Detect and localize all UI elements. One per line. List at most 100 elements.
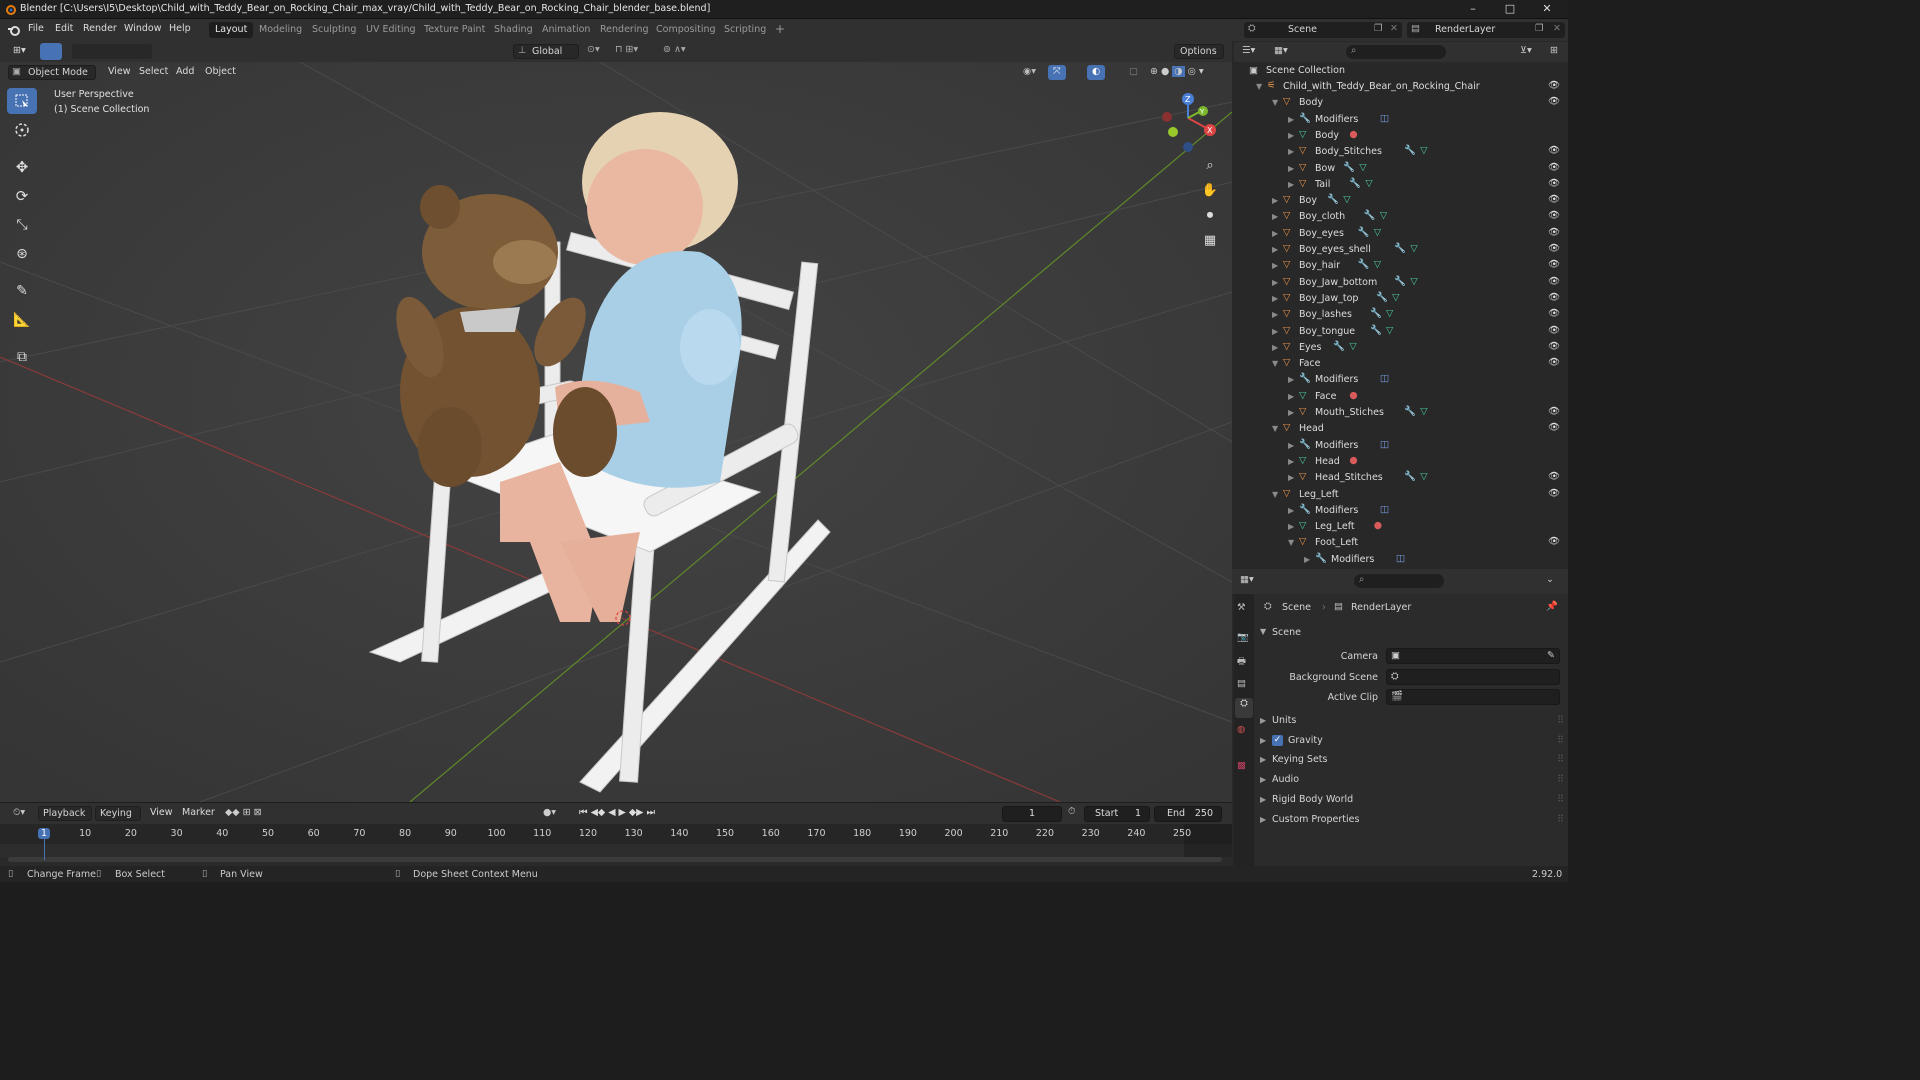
drag-handle-icon[interactable]: ⠿ <box>1557 754 1564 765</box>
properties-editor-type-icon[interactable]: ▦▾ <box>1240 574 1254 585</box>
current-frame-field[interactable]: 1 <box>1002 806 1062 822</box>
pivot-dropdown[interactable]: ⊙▾ <box>582 43 605 58</box>
minimize-button[interactable]: – <box>1456 0 1490 19</box>
outliner-row[interactable]: ▼ ⚟ Child_with_Teddy_Bear_on_Rocking_Chair… <box>1234 79 1568 95</box>
outliner-row[interactable]: ▶ ▽ Mouth_Stiches 🔧 ▽ 👁 <box>1234 405 1568 421</box>
expand-arrow-icon[interactable]: ▶ <box>1288 522 1294 531</box>
outliner-row[interactable]: ▶ ▽ Face ● <box>1234 389 1568 405</box>
gravity-checkbox[interactable]: ✓ <box>1272 734 1283 746</box>
start-frame-field[interactable]: Start 1 <box>1084 806 1150 822</box>
properties-options-icon[interactable]: ⌄ <box>1546 574 1554 585</box>
editor-type-button[interactable]: ⊞▾ <box>8 44 31 59</box>
outliner-search-input[interactable]: ⌕ <box>1346 45 1446 59</box>
maximize-button[interactable]: □ <box>1493 0 1527 19</box>
expand-arrow-icon[interactable]: ▶ <box>1272 212 1278 221</box>
viewport-menu-select[interactable]: Select <box>134 65 173 80</box>
expand-arrow-icon[interactable]: ▶ <box>1288 457 1294 466</box>
outliner-row[interactable]: ▶ ▽ Boy_eyes 🔧 ▽ 👁 <box>1234 226 1568 242</box>
tab-scripting[interactable]: Scripting <box>718 22 772 38</box>
outliner-row[interactable]: ▶ ▽ Boy_tongue 🔧 ▽ 👁 <box>1234 324 1568 340</box>
render-layer-selector[interactable]: ▤ RenderLayer ❐ ✕ <box>1407 22 1565 38</box>
menu-render[interactable]: Render <box>83 23 117 34</box>
transform-tool[interactable]: ⊛ <box>7 241 37 267</box>
shading-modes[interactable]: ⊕ ● ◑ ◎ ▾ <box>1145 65 1209 80</box>
outliner-row[interactable]: ▶ 🔧 Modifiers ◫ <box>1234 503 1568 519</box>
outliner-root-row[interactable]: ▣ Scene Collection <box>1234 63 1568 79</box>
outliner-row[interactable]: ▶ ▽ Boy_lashes 🔧 ▽ 👁 <box>1234 307 1568 323</box>
output-tab-icon[interactable]: 🖶 <box>1237 654 1246 670</box>
expand-arrow-icon[interactable]: ▶ <box>1304 555 1310 564</box>
expand-arrow-icon[interactable]: ▶ <box>1288 147 1294 156</box>
expand-arrow-icon[interactable]: ▶ <box>1288 408 1294 417</box>
blender-menu-icon[interactable] <box>7 23 21 37</box>
tab-uv-editing[interactable]: UV Editing <box>360 22 422 38</box>
scene-tab-icon[interactable]: ⛭ <box>1235 698 1253 718</box>
collapse-arrow-icon[interactable]: ▼ <box>1288 538 1294 547</box>
playback-controls[interactable]: ⏮ ◀◆ ◀ ▶ ◆▶ ⏭ <box>574 806 660 821</box>
xray-toggle[interactable]: ▢ <box>1124 65 1143 80</box>
visibility-eye-icon[interactable]: 👁 <box>1548 80 1560 91</box>
outliner-row[interactable]: ▶ ▽ Boy 🔧 ▽ 👁 <box>1234 193 1568 209</box>
collapse-arrow-icon[interactable]: ▼ <box>1272 359 1278 368</box>
timeline-track-area[interactable] <box>0 844 1232 857</box>
visibility-eye-icon[interactable]: 👁 <box>1548 276 1560 287</box>
expand-arrow-icon[interactable]: ▶ <box>1272 245 1278 254</box>
new-scene-icon[interactable]: ❐ <box>1374 23 1383 34</box>
outliner-row[interactable]: ▶ ▽ Head_Stitches 🔧 ▽ 👁 <box>1234 470 1568 486</box>
display-mode-icon[interactable]: ▦▾ <box>1274 45 1288 56</box>
tab-modeling[interactable]: Modeling <box>253 22 308 38</box>
subpanel-header[interactable]: ▶ Units ⠿ <box>1254 712 1568 730</box>
snap-toggle[interactable]: ⊓ ⊞▾ <box>610 43 643 58</box>
outliner-row[interactable]: ▶ ▽ Body_Stitches 🔧 ▽ 👁 <box>1234 144 1568 160</box>
select-box-tool[interactable] <box>7 88 37 114</box>
rotate-tool[interactable]: ⟳ <box>7 183 37 209</box>
visibility-eye-icon[interactable]: 👁 <box>1548 341 1560 352</box>
drag-handle-icon[interactable]: ⠿ <box>1557 774 1564 785</box>
expand-arrow-icon[interactable]: ▶ <box>1288 506 1294 515</box>
annotate-tool[interactable]: ✎ <box>7 278 37 304</box>
drag-handle-icon[interactable]: ⠿ <box>1557 715 1564 726</box>
visibility-eye-icon[interactable]: 👁 <box>1548 145 1560 156</box>
subpanel-header[interactable]: ▶ Custom Properties ⠿ <box>1254 811 1568 829</box>
visibility-eye-icon[interactable]: 👁 <box>1548 471 1560 482</box>
outliner-row[interactable]: ▼ ▽ Foot_Left 👁 <box>1234 535 1568 551</box>
outliner-row[interactable]: ▶ ▽ Boy_Jaw_top 🔧 ▽ 👁 <box>1234 291 1568 307</box>
cursor-tool[interactable] <box>7 117 37 143</box>
expand-arrow-icon[interactable]: ▶ <box>1272 294 1278 303</box>
eyedropper-icon[interactable]: ✎ <box>1547 649 1555 663</box>
collapse-arrow-icon[interactable]: ▼ <box>1272 98 1278 107</box>
tab-rendering[interactable]: Rendering <box>594 22 655 38</box>
outliner-row[interactable]: ▶ ▽ Boy_eyes_shell 🔧 ▽ 👁 <box>1234 242 1568 258</box>
proportional-edit-toggle[interactable]: ⊚ ∧▾ <box>658 43 691 58</box>
navigation-gizmo[interactable]: Z X Y <box>1155 90 1225 160</box>
outliner-row[interactable]: ▶ 🔧 Modifiers ◫ <box>1234 438 1568 454</box>
viewport-menu-object[interactable]: Object <box>200 65 241 80</box>
overlay-toggle[interactable]: ◐ <box>1087 65 1106 80</box>
subpanel-header[interactable]: ▶ ✓ Gravity ⠿ <box>1254 732 1568 750</box>
collapse-arrow-icon[interactable]: ▼ <box>1272 490 1278 499</box>
gizmo-toggle[interactable]: ⤧ <box>1048 65 1066 80</box>
keying-menu[interactable]: Keying <box>95 806 141 821</box>
add-workspace-button[interactable]: + <box>769 20 791 36</box>
drag-handle-icon[interactable]: ⠿ <box>1557 814 1564 825</box>
subpanel-header[interactable]: ▶ Rigid Body World ⠿ <box>1254 791 1568 809</box>
property-value-field[interactable]: ▣ ✎ <box>1386 648 1560 664</box>
tab-animation[interactable]: Animation <box>536 22 596 38</box>
viewport-menu-add[interactable]: Add <box>171 65 199 80</box>
collapse-arrow-icon[interactable]: ▼ <box>1256 82 1262 91</box>
collapse-arrow-icon[interactable]: ▼ <box>1272 424 1278 433</box>
visibility-eye-icon[interactable]: 👁 <box>1548 292 1560 303</box>
menu-file[interactable]: File <box>28 23 44 34</box>
visibility-eye-icon[interactable]: 👁 <box>1548 406 1560 417</box>
timeline-editor-type-icon[interactable]: ⏲▾ <box>8 806 30 821</box>
outliner-row[interactable]: ▶ ▽ Body ● <box>1234 128 1568 144</box>
timeline-menu-view[interactable]: View <box>145 806 178 821</box>
visibility-eye-icon[interactable]: 👁 <box>1548 178 1560 189</box>
visibility-eye-icon[interactable]: 👁 <box>1548 96 1560 107</box>
outliner-row[interactable]: ▼ ▽ Head 👁 <box>1234 421 1568 437</box>
visibility-eye-icon[interactable]: 👁 <box>1548 227 1560 238</box>
expand-arrow-icon[interactable]: ▶ <box>1288 115 1294 124</box>
viewport-menu-view[interactable]: View <box>103 65 136 80</box>
expand-arrow-icon[interactable]: ▶ <box>1288 392 1294 401</box>
tab-layout[interactable]: Layout <box>209 22 254 38</box>
